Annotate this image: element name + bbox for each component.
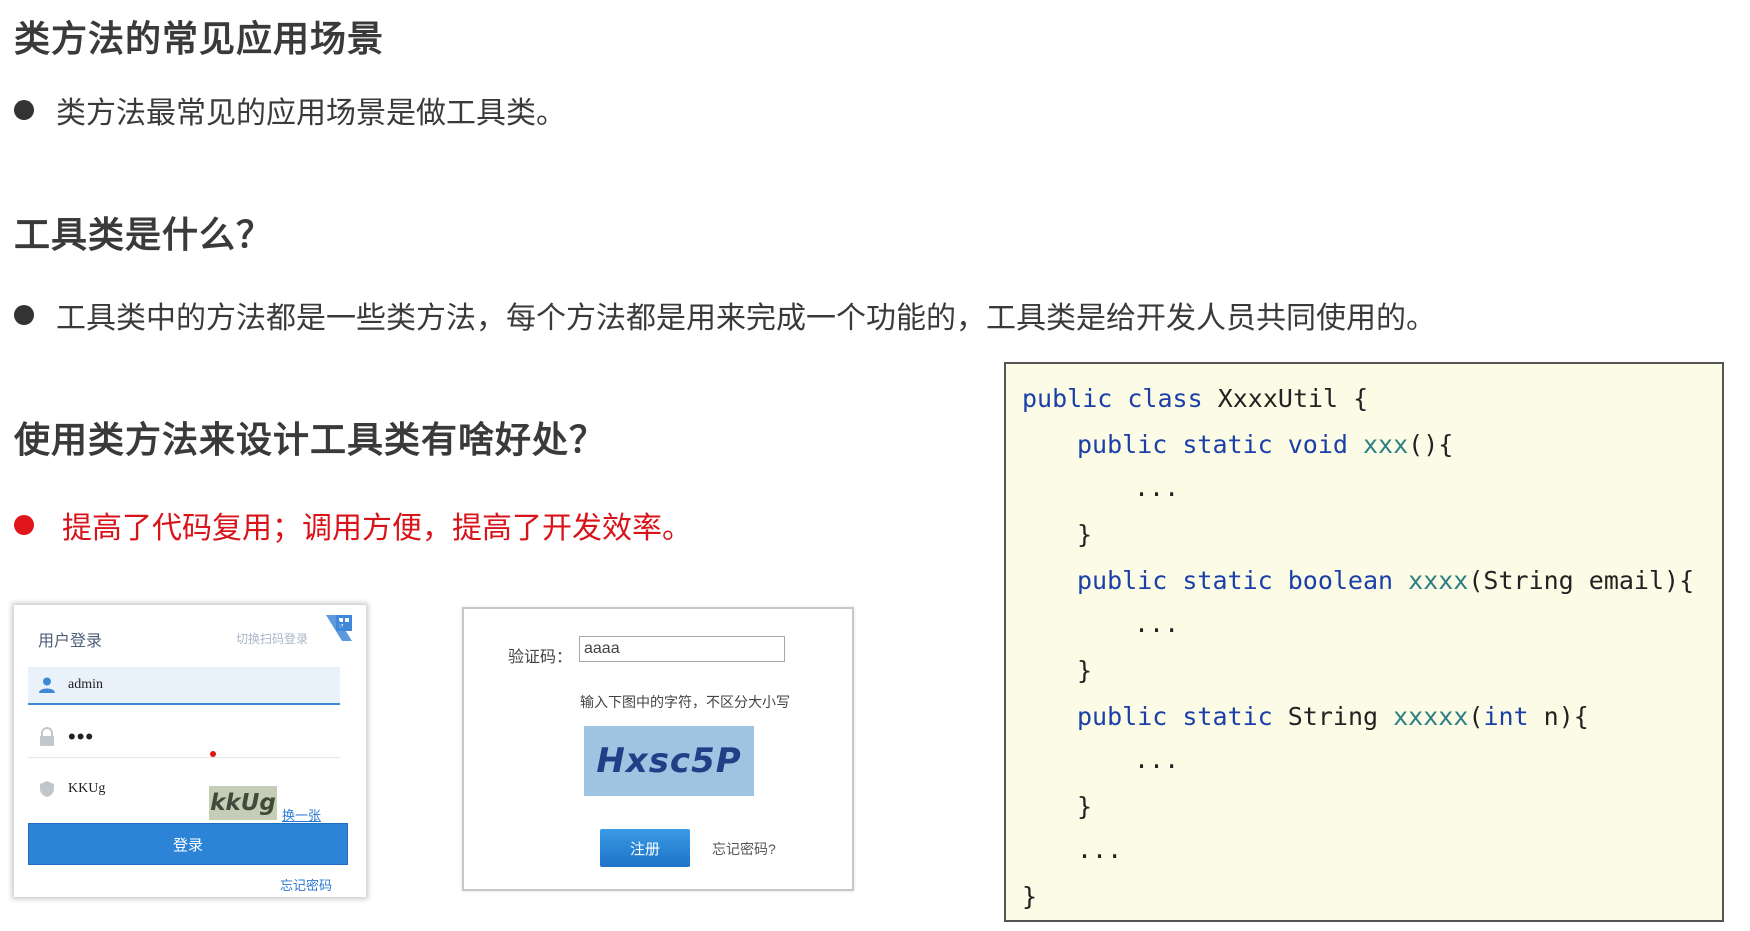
qr-code-icon[interactable] (324, 613, 354, 643)
code-line-1: public class XxxxUtil { (1022, 384, 1369, 413)
password-field[interactable]: ••• (28, 717, 340, 758)
code-line-5: public static boolean xxxx(String email)… (1077, 566, 1695, 595)
forgot-password-link[interactable]: 忘记密码? (712, 839, 776, 859)
bullet-what-is-util: 工具类中的方法都是一些类方法，每个方法都是用来完成一个功能的，工具类是给开发人员… (14, 293, 1436, 337)
code-line-4: } (1077, 520, 1093, 549)
captcha-input[interactable]: aaaa (579, 636, 785, 662)
captcha-label: 验证码： (508, 649, 573, 666)
bullet-text: 工具类中的方法都是一些类方法，每个方法都是用来完成一个功能的，工具类是给开发人员… (56, 301, 1436, 336)
login-panel-image: 用户登录 切换扫码登录 admin ••• KKUg kkUg 换一张 登录 忘… (14, 605, 366, 897)
captcha-hint: 输入下图中的字符，不区分大小写 (580, 694, 790, 710)
user-icon (36, 676, 58, 694)
cursor-marker (210, 751, 216, 757)
code-line-8: public static String xxxxx(int n){ (1077, 702, 1589, 731)
bullet-common-uses: 类方法最常见的应用场景是做工具类。 (14, 88, 566, 132)
code-line-11: ... (1077, 835, 1123, 864)
captcha-image[interactable]: Hxsc5P (584, 726, 754, 796)
username-field[interactable]: admin (28, 667, 340, 705)
login-button[interactable]: 登录 (28, 823, 348, 865)
bullet-text: 提高了代码复用；调用方便，提高了开发效率。 (62, 511, 692, 546)
lock-icon (36, 727, 58, 747)
bullet-dot-icon (14, 515, 34, 535)
shield-icon (36, 780, 58, 798)
code-line-9: ... (1134, 745, 1180, 774)
code-block: public class XxxxUtil { public static vo… (1004, 362, 1724, 922)
code-line-10: } (1077, 792, 1093, 821)
password-value: ••• (68, 724, 95, 749)
register-panel-image: 验证码： aaaa 输入下图中的字符，不区分大小写 Hxsc5P 注册 忘记密码… (462, 607, 854, 891)
section-heading-benefits: 使用类方法来设计工具类有啥好处？ (14, 420, 607, 461)
code-line-2: public static void xxx(){ (1077, 430, 1454, 459)
username-value: admin (68, 677, 103, 692)
code-line-12: } (1022, 882, 1038, 911)
section-heading-what-is-util: 工具类是什么？ (14, 215, 274, 256)
captcha-input-value: aaaa (584, 640, 620, 657)
section-heading-common-uses: 类方法的常见应用场景 (14, 19, 385, 60)
code-line-3: ... (1134, 473, 1180, 502)
register-button[interactable]: 注册 (600, 829, 690, 867)
login-title: 用户登录 (38, 633, 103, 650)
bullet-dot-icon (14, 100, 34, 120)
captcha-image[interactable]: kkUg (209, 786, 277, 820)
bullet-text: 类方法最常见的应用场景是做工具类。 (56, 96, 566, 131)
captcha-input-value: KKUg (68, 781, 106, 796)
bullet-dot-icon (14, 305, 34, 325)
switch-qr-login-link[interactable]: 切换扫码登录 (236, 630, 308, 647)
code-line-7: } (1077, 656, 1093, 685)
code-line-6: ... (1134, 609, 1180, 638)
forgot-password-link[interactable]: 忘记密码 (280, 875, 332, 894)
change-captcha-link[interactable]: 换一张 (282, 805, 321, 824)
captcha-field[interactable]: KKUg (28, 769, 198, 809)
bullet-benefits: 提高了代码复用；调用方便，提高了开发效率。 (14, 503, 692, 547)
